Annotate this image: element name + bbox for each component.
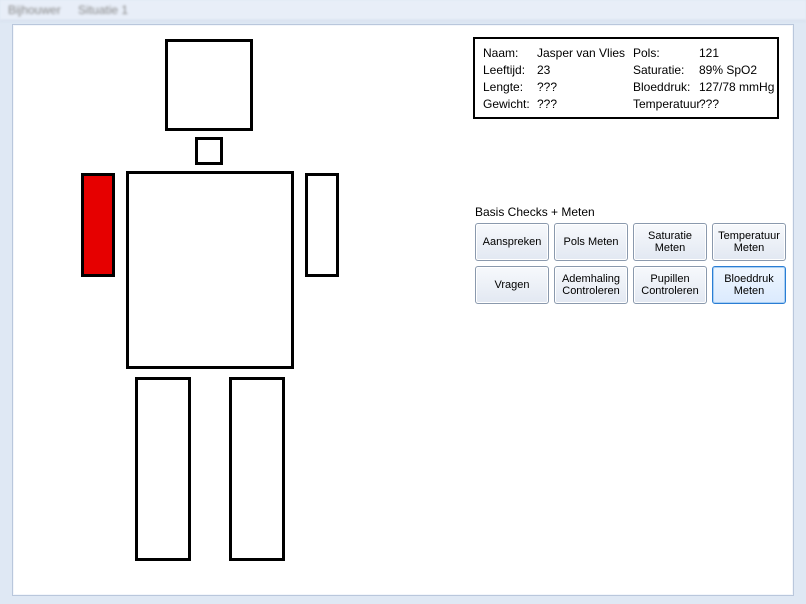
main-canvas: Naam: Jasper van Vlies Pols: 121 Leeftij… (12, 24, 794, 596)
value-bloodpressure: 127/78 mmHg (699, 79, 774, 95)
btn-vragen[interactable]: Vragen (475, 266, 549, 304)
value-height: ??? (537, 79, 633, 95)
btn-bloeddruk-meten[interactable]: Bloeddruk Meten (712, 266, 786, 304)
figure-head[interactable] (165, 39, 253, 131)
value-saturation: 89% SpO2 (699, 62, 774, 78)
label-bloodpressure: Bloeddruk: (633, 79, 699, 95)
label-height: Lengte: (483, 79, 537, 95)
action-group-label: Basis Checks + Meten (475, 205, 595, 219)
label-age: Leeftijd: (483, 62, 537, 78)
btn-temperatuur-meten[interactable]: Temperatuur Meten (712, 223, 786, 261)
value-pulse: 121 (699, 45, 774, 61)
figure-torso[interactable] (126, 171, 294, 369)
label-weight: Gewicht: (483, 96, 537, 112)
label-pulse: Pols: (633, 45, 699, 61)
value-age: 23 (537, 62, 633, 78)
figure-right-leg[interactable] (135, 377, 191, 561)
btn-saturatie-meten[interactable]: Saturatie Meten (633, 223, 707, 261)
menubar: Bijhouwer Situatie 1 (0, 0, 806, 21)
btn-ademhaling-controleren[interactable]: Ademhaling Controleren (554, 266, 628, 304)
btn-pols-meten[interactable]: Pols Meten (554, 223, 628, 261)
figure-left-leg[interactable] (229, 377, 285, 561)
value-weight: ??? (537, 96, 633, 112)
figure-left-upper-arm[interactable] (305, 173, 339, 277)
figure-neck[interactable] (195, 137, 223, 165)
label-saturation: Saturatie: (633, 62, 699, 78)
action-button-grid: Aanspreken Pols Meten Saturatie Meten Te… (475, 223, 786, 304)
btn-pupillen-controleren[interactable]: Pupillen Controleren (633, 266, 707, 304)
value-temperature: ??? (699, 96, 774, 112)
menu-item-2[interactable]: Situatie 1 (78, 3, 128, 17)
label-temperature: Temperatuur (633, 96, 699, 112)
patient-info-panel: Naam: Jasper van Vlies Pols: 121 Leeftij… (473, 37, 779, 119)
btn-aanspreken[interactable]: Aanspreken (475, 223, 549, 261)
value-name: Jasper van Vlies (537, 45, 633, 61)
menu-item-1[interactable]: Bijhouwer (8, 3, 61, 17)
figure-right-upper-arm[interactable] (81, 173, 115, 277)
label-name: Naam: (483, 45, 537, 61)
